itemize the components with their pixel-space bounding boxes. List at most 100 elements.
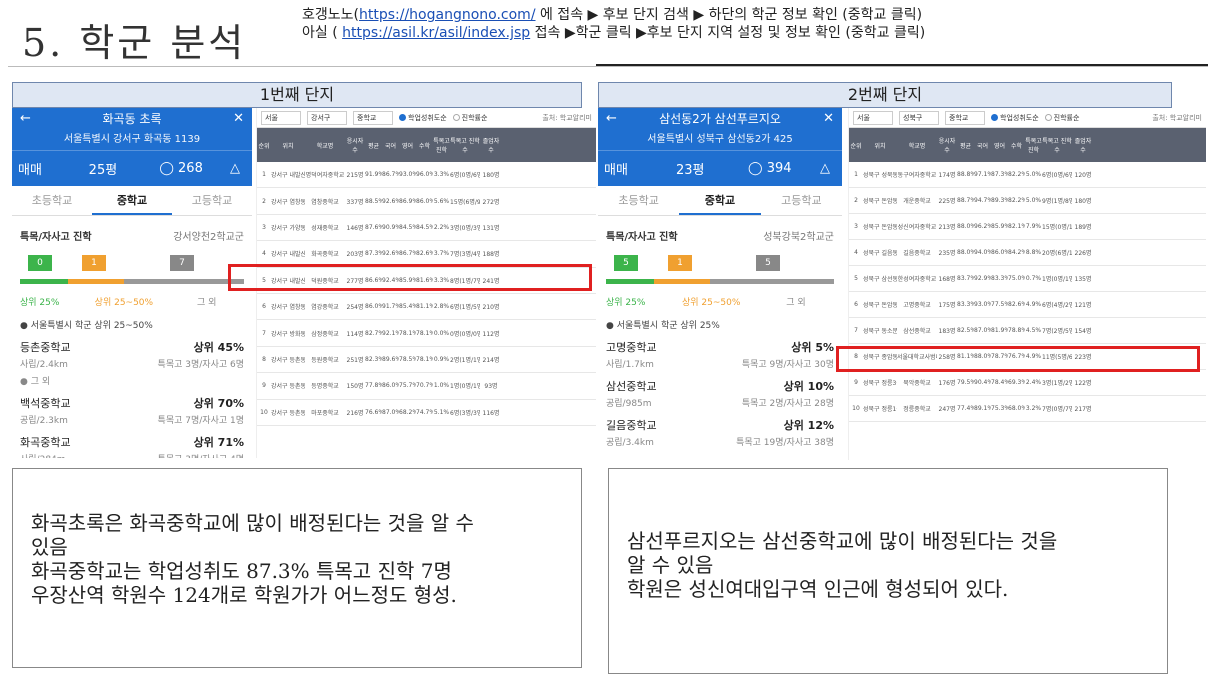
school-info: 특목고 19명/자사고 38명: [736, 438, 834, 448]
table-row[interactable]: 6 성북구 돈암동 고명중학교 175명83.3%93.0%77.5%82.6%4.9…: [849, 292, 1206, 318]
tab-middle[interactable]: 중학교: [92, 186, 172, 215]
close-icon[interactable]: ✕: [823, 108, 834, 130]
school-item[interactable]: 백석중학교 상위 70% 공립/2.3km 특목고 7명/자사고 1명: [12, 387, 252, 426]
district-select[interactable]: 성북구: [899, 110, 939, 125]
comment-count-button[interactable]: ◯ 394: [748, 161, 820, 176]
school-info: 특목고 7명/자사고 1명: [157, 416, 244, 426]
school-bottom: 사립/2.4km 특목고 3명/자사고 6명: [20, 357, 244, 370]
table-controls: 서울 강서구 중학교 학업성취도순 진학률순 출처: 학교알리미: [257, 108, 596, 128]
table-row[interactable]: 7강서구 방화동삼정중학교114명82.7%92.1%78.1%78.1%0.0…: [257, 320, 596, 347]
tab-elementary[interactable]: 초등학교: [12, 186, 92, 215]
table-cell: 6: [854, 301, 858, 308]
school-item[interactable]: 등촌중학교 상위 45% 사립/2.4km 특목고 3명/자사고 6명: [12, 331, 252, 370]
school-item[interactable]: 화곡중학교 상위 71% 사립/284m 특목고 3명/자사고 4명: [12, 426, 252, 458]
deal-type-select[interactable]: 매매: [604, 159, 676, 178]
count-chip: 5: [614, 255, 638, 271]
level-select[interactable]: 중학교: [353, 110, 393, 125]
table-row[interactable]: 1 성북구 성북동동구여자중학교174명88.8%97.1%87.3%82.2%5…: [849, 162, 1206, 188]
table-cell: 염강중학교: [311, 304, 339, 312]
table-cell: 15명(6명/9명): [450, 198, 480, 206]
table-cell: 2: [854, 197, 858, 204]
tab-elementary[interactable]: 초등학교: [598, 186, 679, 215]
radio-rate[interactable]: 진학률순: [452, 113, 487, 123]
hogangnono-app: ← 삼선동2가 삼선푸르지오 ✕ 서울특별시 성북구 삼선동2가 425 매매 23평 ◯ …: [598, 108, 842, 460]
table-row[interactable]: 5 성북구 삼선동2가한성여자중학교168명83.7%92.9%83.3%75.0…: [849, 266, 1206, 292]
table-cell: 150명: [346, 383, 364, 391]
table-row[interactable]: 6 강서구 염창동 염강중학교 254명86.0%91.7%85.4%81.1%2.8…: [257, 294, 596, 321]
table-header: 순위 위치 학교명 응시자수 평균 국어 영어 수학 특목고진학 특목고 진학수 졸업자 수: [849, 128, 1206, 162]
comment-box-1: 화곡초록은 화곡중학교에 많이 배정된다는 것을 알 수 있음 화곡중학교는 학…: [12, 468, 582, 668]
table-cell: 성북구 삼선동2가: [863, 276, 897, 283]
table-row[interactable]: 10강서구 등촌동 마포중학교 216명76.6%87.0%68.2%74.7%5.…: [257, 400, 596, 426]
radio-achievement[interactable]: 학업성취도순: [991, 113, 1039, 123]
table-cell: 94.0%: [974, 249, 991, 256]
table-cell: 70.7%: [416, 382, 433, 390]
table-cell: 74.7%: [416, 408, 433, 416]
comment-line: 화곡중학교는 학업성취도 87.3% 특목고 진학 7명: [31, 559, 452, 583]
column-header: 순위: [850, 142, 862, 150]
school-bottom: 사립/284m 특목고 3명/자사고 4명: [20, 452, 244, 458]
table-cell: 188명: [482, 251, 500, 259]
table-row[interactable]: 3강서구 가양동성재중학교146명87.6%90.9%84.5%84.5%2.2…: [257, 215, 596, 242]
table-cell: 82.6%: [1008, 301, 1025, 308]
school-top: 등촌중학교 상위 45%: [20, 339, 244, 355]
table-cell: 216명: [346, 409, 364, 417]
region-select[interactable]: 서울: [261, 110, 301, 125]
radio-achievement[interactable]: 학업성취도순: [399, 113, 447, 123]
table-row[interactable]: 9 강서구 등촌동 등명중학교 150명77.8%86.0%75.7%70.7%1.0…: [257, 373, 596, 400]
comment-count: 394: [766, 161, 792, 176]
table-cell: 214명: [482, 356, 500, 364]
table-row[interactable]: 2 성북구 돈암동 개운중학교 225명88.7%94.7%89.3%82.2%5.0…: [849, 188, 1206, 214]
table-cell: 83.7%: [957, 275, 974, 282]
table-cell: 90.4%: [974, 379, 991, 386]
table-cell: 97.1%: [974, 171, 991, 178]
bell-icon[interactable]: △: [820, 161, 836, 176]
table-row[interactable]: 7 성북구 동소문동1가 삼선중학교 183명82.5%87.0%81.9%78.8%…: [849, 318, 1206, 344]
table-row[interactable]: 9 성북구 정릉3동 북악중학교 176명79.5%90.4%78.4%69.3%2.…: [849, 370, 1206, 396]
school-item[interactable]: 길음중학교 상위 12% 공립/3.4km 특목고 19명/자사고 38명: [598, 409, 842, 448]
region-select[interactable]: 서울: [853, 110, 893, 125]
table-cell: 5.1%: [433, 408, 450, 416]
table-cell: 4.5%: [1025, 327, 1042, 334]
table-cell: 7명(2명/5명): [1042, 328, 1072, 335]
table-cell: 3: [262, 223, 266, 231]
tab-high[interactable]: 고등학교: [172, 186, 252, 215]
table-cell: 4.9%: [1025, 301, 1042, 308]
asil-link[interactable]: https://asil.kr/asil/index.jsp: [342, 25, 530, 41]
table-row[interactable]: 10성북구 정릉1동 정릉중학교 247명77.4%89.1%75.3%68.0%3…: [849, 396, 1206, 422]
table-row[interactable]: 1 강서구 내발산동명덕여자중학교215명91.9%86.7%93.0%96.0%…: [257, 162, 596, 189]
tab-high[interactable]: 고등학교: [761, 186, 842, 215]
band-1: 1번째 단지: [12, 82, 582, 108]
back-arrow-icon[interactable]: ←: [20, 108, 31, 130]
comment-count-button[interactable]: ◯ 268: [159, 161, 230, 176]
bell-icon[interactable]: △: [230, 161, 246, 176]
hogangnono-link[interactable]: https://hogangnono.com/: [359, 7, 536, 23]
table-row[interactable]: 4 성북구 길음동 길음중학교 235명88.0%94.0%86.0%84.2%8.8…: [849, 240, 1206, 266]
comment-count: 268: [178, 161, 203, 176]
level-select[interactable]: 중학교: [945, 110, 985, 125]
tab-middle[interactable]: 중학교: [679, 186, 761, 215]
back-arrow-icon[interactable]: ←: [606, 108, 617, 130]
table-cell: 2.4%: [1025, 379, 1042, 386]
school-info: 특목고 3명/자사고 4명: [158, 452, 244, 458]
table-row[interactable]: 3 성북구 돈암동성신여자중학교213명88.0%96.2%85.9%82.1%7…: [849, 214, 1206, 240]
table-cell: 5.6%: [433, 197, 450, 205]
close-icon[interactable]: ✕: [233, 108, 244, 130]
table-cell: 87.0%: [974, 327, 991, 334]
column-header: 졸업자 수: [482, 138, 500, 154]
column-header: 순위: [258, 142, 270, 150]
school-item[interactable]: 고명중학교 상위 5% 사립/1.7km 특목고 9명/자사고 30명: [598, 331, 842, 370]
table-cell: 82.6%: [416, 250, 433, 258]
table-cell: 성북구 돈암동: [863, 198, 897, 205]
size-select[interactable]: 23평: [676, 159, 748, 178]
district-select[interactable]: 강서구: [307, 110, 347, 125]
table-cell: 69.3%: [1008, 379, 1025, 386]
school-type: 공립/3.4km: [606, 438, 654, 448]
table-row[interactable]: 2 강서구 염창동 염창중학교 337명88.5%92.6%86.9%86.0%5.6…: [257, 188, 596, 215]
school-info: 특목고 9명/자사고 30명: [741, 360, 834, 370]
table-row[interactable]: 8 강서구 등촌동 등원중학교 251명82.3%89.6%78.5%78.1%0.9…: [257, 347, 596, 374]
school-item[interactable]: 삼선중학교 상위 10% 공립/985m 특목고 2명/자사고 28명: [598, 370, 842, 409]
size-select[interactable]: 25평: [89, 159, 160, 178]
radio-rate[interactable]: 진학률순: [1044, 113, 1079, 123]
deal-type-select[interactable]: 매매: [18, 159, 89, 178]
